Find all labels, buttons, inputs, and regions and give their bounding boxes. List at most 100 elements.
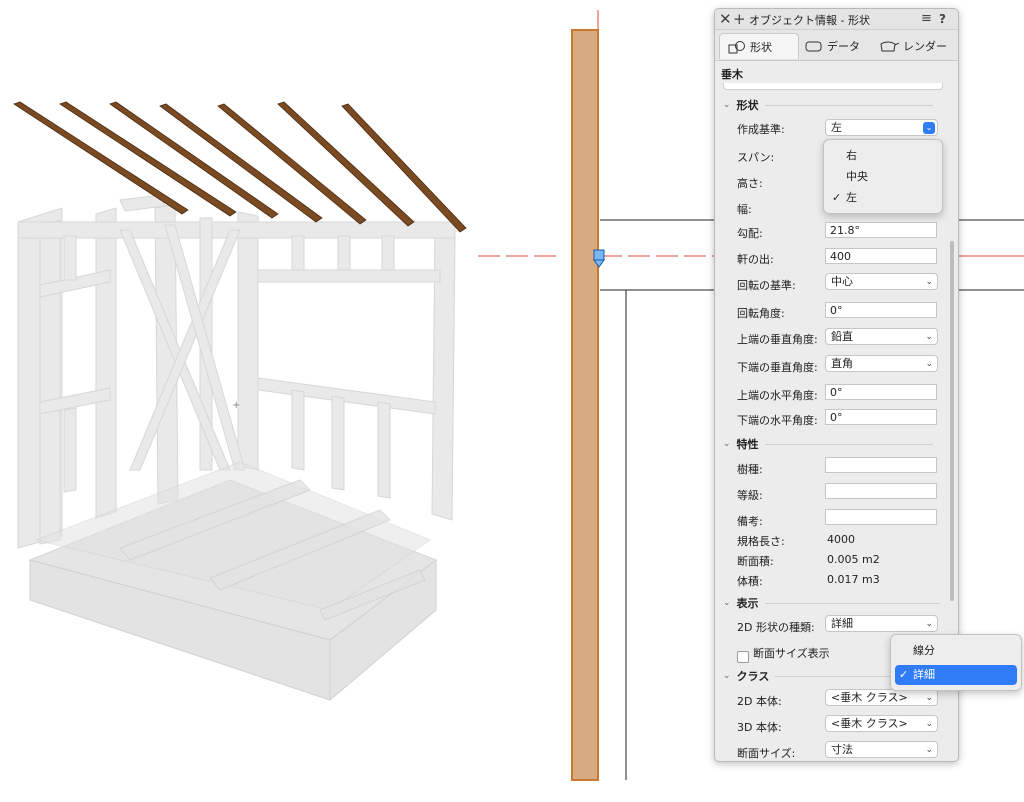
eave-field[interactable]: 400 (825, 248, 937, 264)
name-field[interactable] (723, 83, 943, 90)
eave-label: 軒の出: (737, 253, 774, 266)
standard-length-value: 4000 (827, 533, 855, 546)
add-icon[interactable]: + (733, 10, 746, 28)
span-label: スパン: (737, 151, 775, 164)
volume-label: 体積: (737, 575, 763, 588)
section-attributes[interactable]: ⌄ 特性 (723, 436, 933, 452)
menu-icon[interactable]: ≡ (921, 10, 932, 28)
base-select[interactable]: 左 ⌄ (825, 119, 938, 136)
rotation-base-select[interactable]: 中心 ⌄ (825, 273, 938, 290)
type-option-detail-label: 詳細 (913, 668, 935, 681)
tab-render-label: レンダー (903, 40, 947, 53)
section-area-value: 0.005 m2 (827, 553, 880, 566)
type-option-line[interactable]: 線分 (891, 641, 1021, 661)
rotation-base-label: 回転の基準: (737, 279, 796, 292)
type-option-detail[interactable]: ✓ 詳細 (895, 665, 1017, 685)
chevron-down-icon: ⌄ (925, 693, 933, 703)
rotation-angle-label: 回転角度: (737, 307, 785, 320)
selection-type: 垂木 (721, 68, 743, 81)
help-icon[interactable]: ? (939, 10, 946, 28)
class-3d-value: <垂木 クラス> (831, 717, 908, 730)
shape-icon (728, 40, 745, 53)
base-option-left[interactable]: ✓ 左 (824, 188, 942, 208)
class-3d-label: 3D 本体: (737, 721, 782, 734)
class-3d-select[interactable]: <垂木 クラス> ⌄ (825, 715, 938, 732)
checkmark-icon: ✓ (832, 191, 842, 204)
section-shape[interactable]: ⌄ 形状 (723, 97, 933, 113)
chevron-down-icon: ⌄ (925, 619, 933, 629)
pitch-label: 勾配: (737, 227, 763, 240)
section-area-label: 断面積: (737, 555, 774, 568)
shape-2d-type-select[interactable]: 詳細 ⌄ (825, 615, 938, 632)
rotation-base-value: 中心 (831, 275, 853, 288)
base-dropdown-menu: 右 中央 ✓ 左 (823, 139, 943, 214)
bottom-vertical-angle-value: 直角 (831, 357, 853, 370)
tab-data-label: データ (827, 40, 860, 53)
chevron-down-icon: ⌄ (723, 439, 731, 449)
chevron-down-icon: ⌄ (923, 122, 935, 134)
shape-2d-type-value: 詳細 (831, 617, 853, 630)
section-size-checkbox[interactable] (737, 651, 749, 663)
section-size-value: 寸法 (831, 743, 853, 756)
section-display-label: 表示 (736, 597, 759, 610)
cursor-crosshair: + (232, 400, 240, 411)
bottom-vertical-angle-label: 下端の垂直角度: (737, 361, 818, 374)
top-vertical-angle-value: 鉛直 (831, 330, 853, 343)
chevron-down-icon: ⌄ (925, 332, 933, 342)
section-class-label: クラス (736, 670, 770, 683)
species-label: 樹種: (737, 463, 763, 476)
class-2d-value: <垂木 クラス> (831, 691, 908, 704)
top-vertical-angle-label: 上端の垂直角度: (737, 333, 818, 346)
standard-length-label: 規格長さ: (737, 535, 785, 548)
bottom-vertical-angle-select[interactable]: 直角 ⌄ (825, 355, 938, 372)
palette-titlebar: ✕ + オブジェクト情報 - 形状 ≡ ? (715, 9, 958, 30)
note-field[interactable] (825, 509, 937, 525)
class-2d-select[interactable]: <垂木 クラス> ⌄ (825, 689, 938, 706)
chevron-down-icon: ⌄ (925, 359, 933, 369)
rotation-angle-field[interactable]: 0° (825, 302, 937, 318)
pitch-field[interactable]: 21.8° (825, 222, 937, 238)
base-option-right-label: 右 (846, 149, 857, 162)
shape-type-dropdown-menu: 線分 ✓ 詳細 (890, 634, 1022, 691)
floor-base-3d[interactable] (28, 461, 438, 702)
top-horizontal-angle-field[interactable]: 0° (825, 384, 937, 400)
chevron-down-icon: ⌄ (925, 277, 933, 287)
tab-shape[interactable]: 形状 (719, 33, 799, 59)
bottom-horizontal-angle-field[interactable]: 0° (825, 409, 937, 425)
grade-field[interactable] (825, 483, 937, 499)
base-option-center-label: 中央 (846, 170, 868, 183)
note-label: 備考: (737, 515, 763, 528)
base-option-center[interactable]: 中央 (824, 167, 942, 187)
species-field[interactable] (825, 457, 937, 473)
grade-label: 等級: (737, 489, 763, 502)
chevron-down-icon: ⌄ (723, 100, 731, 110)
chevron-down-icon: ⌄ (723, 598, 731, 608)
top-horizontal-angle-label: 上端の水平角度: (737, 389, 818, 402)
data-icon (805, 41, 822, 52)
bottom-horizontal-angle-label: 下端の水平角度: (737, 414, 818, 427)
section-display[interactable]: ⌄ 表示 (723, 595, 940, 611)
tab-data[interactable]: データ (805, 33, 860, 59)
section-size-select[interactable]: 寸法 ⌄ (825, 741, 938, 758)
section-shape-label: 形状 (736, 99, 759, 112)
checkmark-icon: ✓ (899, 668, 909, 681)
base-select-value: 左 (831, 121, 842, 134)
base-label: 作成基準: (737, 123, 785, 136)
teapot-icon (880, 41, 899, 52)
volume-value: 0.017 m3 (827, 573, 880, 586)
chevron-down-icon: ⌄ (925, 745, 933, 755)
shape-2d-type-label: 2D 形状の種類: (737, 621, 815, 634)
base-option-right[interactable]: 右 (824, 146, 942, 166)
section-size-label: 断面サイズ: (737, 747, 796, 760)
chevron-down-icon: ⌄ (723, 671, 731, 681)
tab-render[interactable]: レンダー (877, 33, 947, 59)
chevron-down-icon: ⌄ (925, 719, 933, 729)
type-option-line-label: 線分 (913, 644, 935, 657)
tab-bar: 形状 データ レンダー (715, 30, 958, 61)
class-2d-label: 2D 本体: (737, 695, 782, 708)
close-icon[interactable]: ✕ (719, 10, 732, 28)
palette-scrollbar[interactable] (950, 241, 954, 601)
top-vertical-angle-select[interactable]: 鉛直 ⌄ (825, 328, 938, 345)
base-option-left-label: 左 (846, 191, 857, 204)
height-label: 高さ: (737, 177, 763, 190)
